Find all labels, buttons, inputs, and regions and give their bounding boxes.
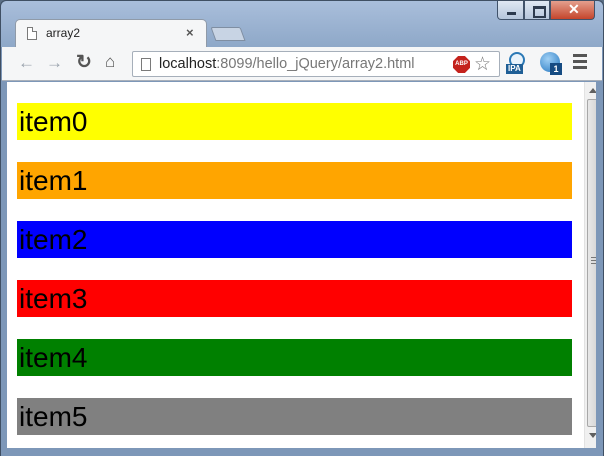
- list-item-item3: item3: [17, 280, 572, 317]
- item-list: item0 item1 item2 item3 item4 item5: [17, 103, 572, 448]
- maximize-button[interactable]: [524, 1, 550, 20]
- adblock-icon[interactable]: ABP: [453, 56, 470, 73]
- minimize-button[interactable]: [497, 1, 524, 20]
- menu-icon[interactable]: [573, 54, 587, 72]
- title-bar: array2 × ✕: [1, 1, 603, 47]
- bookmark-star-icon[interactable]: ☆: [474, 53, 491, 76]
- home-icon[interactable]: ⌂: [105, 52, 115, 72]
- url-path: :8099/hello_jQuery/array2.html: [216, 56, 415, 72]
- window-bottom-border: [1, 448, 603, 456]
- list-item-item4: item4: [17, 339, 572, 376]
- page-icon: [27, 27, 37, 40]
- page-icon: [141, 58, 151, 71]
- scroll-up-arrow-icon[interactable]: [589, 88, 596, 93]
- browser-toolbar: ← → ↻ ⌂ localhost:8099/hello_jQuery/arra…: [2, 47, 602, 81]
- scrollbar-thumb[interactable]: [587, 99, 596, 427]
- close-window-button[interactable]: ✕: [550, 1, 595, 20]
- vertical-scrollbar[interactable]: [584, 82, 596, 448]
- window-controls: ✕: [497, 1, 595, 21]
- tab-array2[interactable]: array2 ×: [15, 19, 207, 47]
- page-viewport: item0 item1 item2 item3 item4 item5: [7, 82, 596, 448]
- list-item-item5: item5: [17, 398, 572, 435]
- tab-close-icon[interactable]: ×: [186, 25, 194, 40]
- url-host: localhost: [159, 56, 217, 72]
- list-item-item0: item0: [17, 103, 572, 140]
- back-arrow-icon[interactable]: ←: [18, 53, 35, 73]
- url-text[interactable]: localhost:8099/hello_jQuery/array2.html: [159, 56, 415, 72]
- browser-window: array2 × ✕ ← → ↻ ⌂ localhost:8099/hello_…: [0, 0, 604, 456]
- scroll-grip-icon: [591, 257, 596, 264]
- list-item-item2: item2: [17, 221, 572, 258]
- new-tab-button[interactable]: [210, 27, 246, 41]
- forward-arrow-icon[interactable]: →: [46, 53, 63, 73]
- address-bar[interactable]: localhost:8099/hello_jQuery/array2.html …: [132, 51, 500, 77]
- close-icon: ✕: [568, 1, 580, 17]
- download-extension-icon[interactable]: 1: [540, 52, 564, 76]
- download-badge: 1: [550, 63, 562, 75]
- list-item-item1: item1: [17, 162, 572, 199]
- tab-title: array2: [46, 26, 81, 40]
- scroll-down-arrow-icon[interactable]: [589, 433, 596, 438]
- ipa-label: IPA: [506, 64, 523, 74]
- reload-icon[interactable]: ↻: [76, 51, 92, 74]
- ipa-extension-icon[interactable]: IPA: [505, 52, 529, 76]
